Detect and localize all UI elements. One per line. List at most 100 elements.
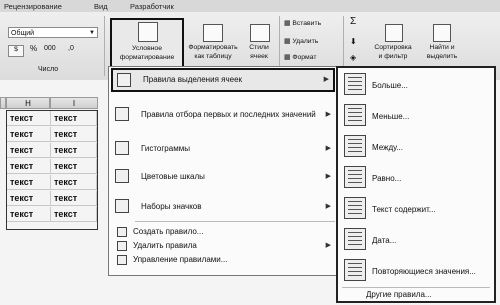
- menu-item-top-bottom-rules[interactable]: Правила отбора первых и последних значен…: [141, 110, 316, 119]
- increase-decimal-button[interactable]: ,0: [68, 45, 74, 53]
- cell-h3[interactable]: текст: [7, 143, 51, 158]
- conditional-formatting-menu: Правила выделения ячеек ▶ Правила отбора…: [108, 66, 338, 276]
- chevron-down-icon: ▼: [89, 30, 95, 36]
- submenu-label: Больше...: [372, 81, 408, 90]
- cell-h6[interactable]: текст: [7, 191, 51, 206]
- cell-i3[interactable]: текст: [51, 143, 97, 158]
- tab-developer[interactable]: Разработчик: [130, 2, 174, 11]
- greater-than-icon: [344, 73, 366, 95]
- submenu-item-duplicates[interactable]: Повторяющиеся значения...: [340, 257, 492, 285]
- equal-to-icon: [344, 166, 366, 188]
- find-label-2[interactable]: выделить: [420, 53, 464, 61]
- selected-range[interactable]: текст текст текст текст текст текст текс…: [6, 110, 98, 230]
- format-button[interactable]: ▦ Формат: [284, 54, 316, 62]
- menu-item-highlight-rules[interactable]: Правила выделения ячеек ▶: [111, 68, 335, 92]
- find-label-1[interactable]: Найти и: [420, 44, 464, 52]
- format-label: Формат: [292, 54, 317, 61]
- cell-styles-icon: [250, 24, 270, 42]
- between-icon: [344, 135, 366, 157]
- percent-button[interactable]: %: [30, 45, 37, 53]
- text-contains-icon: [344, 197, 366, 219]
- cell-h2[interactable]: текст: [7, 127, 51, 142]
- chevron-right-icon: ▶: [325, 173, 331, 180]
- less-than-icon: [344, 104, 366, 126]
- tab-view[interactable]: Вид: [94, 2, 108, 11]
- number-format-select[interactable]: Общий ▼: [8, 27, 98, 38]
- clear-button[interactable]: ◈: [350, 54, 356, 62]
- thousands-button[interactable]: 000: [44, 45, 56, 53]
- menu-item-data-bars[interactable]: Гистограммы: [141, 144, 190, 153]
- submenu-label: Меньше...: [372, 112, 410, 121]
- menu-item-label: Правила выделения ячеек: [143, 75, 243, 84]
- currency-button[interactable]: $: [8, 45, 24, 57]
- chevron-right-icon: ▶: [325, 145, 331, 152]
- delete-label: Удалить: [292, 38, 319, 45]
- submenu-item-more-rules[interactable]: Другие правила...: [366, 290, 432, 299]
- column-header-h[interactable]: H: [6, 97, 50, 109]
- sort-label-2[interactable]: и фильтр: [366, 53, 420, 61]
- submenu-label: Дата...: [372, 236, 397, 245]
- cell-i2[interactable]: текст: [51, 127, 97, 142]
- chevron-right-icon: ▶: [325, 242, 331, 249]
- conditional-formatting-button[interactable]: Условное форматирование: [110, 18, 184, 72]
- cell-i5[interactable]: текст: [51, 175, 97, 190]
- divider: [104, 16, 105, 76]
- format-table-label-2[interactable]: как таблицу: [184, 53, 242, 61]
- submenu-item-date[interactable]: Дата...: [340, 226, 492, 254]
- sort-filter-icon: [385, 24, 403, 42]
- cell-i7[interactable]: текст: [51, 207, 97, 222]
- eraser-icon: ◈: [350, 53, 357, 62]
- tab-review[interactable]: Рецензирование: [4, 2, 62, 11]
- insert-label: Вставить: [292, 20, 322, 27]
- submenu-item-equal-to[interactable]: Равно...: [340, 164, 492, 192]
- sort-label-1[interactable]: Сортировка: [366, 44, 420, 52]
- fill-icon: ⬇: [350, 37, 357, 46]
- cell-h7[interactable]: текст: [7, 207, 51, 222]
- highlight-rules-submenu: Больше... Меньше... Между... Равно... Те…: [336, 66, 496, 303]
- currency-icon: $: [14, 46, 18, 53]
- insert-button[interactable]: ▦ Вставить: [284, 20, 321, 28]
- cond-format-label-2: форматирование: [119, 54, 175, 61]
- cell-styles-label-2[interactable]: ячеек: [242, 53, 276, 61]
- decimal-icon: ,0: [68, 45, 74, 52]
- submenu-label: Между...: [372, 143, 403, 152]
- submenu-item-greater-than[interactable]: Больше...: [340, 71, 492, 99]
- menu-item-color-scales[interactable]: Цветовые шкалы: [141, 172, 205, 181]
- date-icon: [344, 228, 366, 250]
- submenu-label: Равно...: [372, 174, 402, 183]
- format-table-label-1[interactable]: Форматировать: [184, 44, 242, 52]
- delete-button[interactable]: ▦ Удалить: [284, 38, 318, 46]
- cond-format-label-1: Условное: [131, 45, 162, 52]
- group-number-label: Число: [38, 66, 59, 73]
- autosum-button[interactable]: Σ: [350, 17, 356, 27]
- highlight-rules-icon: [117, 73, 131, 87]
- cell-i1[interactable]: текст: [51, 111, 97, 126]
- color-scales-icon: [115, 169, 129, 183]
- number-format-value: Общий: [11, 30, 35, 37]
- submenu-item-text-contains[interactable]: Текст содержит...: [340, 195, 492, 223]
- chevron-right-icon: ▶: [323, 76, 329, 83]
- manage-rules-icon: [117, 255, 127, 265]
- submenu-label: Текст содержит...: [372, 205, 436, 214]
- menu-item-icon-sets[interactable]: Наборы значков: [141, 202, 202, 211]
- cell-h1[interactable]: текст: [7, 111, 51, 126]
- cell-h5[interactable]: текст: [7, 175, 51, 190]
- cell-i6[interactable]: текст: [51, 191, 97, 206]
- cell-styles-label-1[interactable]: Стили: [242, 44, 276, 52]
- cell-h4[interactable]: текст: [7, 159, 51, 174]
- menu-item-manage-rules[interactable]: Управление правилами...: [133, 255, 227, 264]
- menu-item-new-rule[interactable]: Создать правило...: [133, 227, 203, 236]
- format-table-icon: [203, 24, 223, 42]
- fill-button[interactable]: ⬇: [350, 38, 357, 46]
- icon-sets-icon: [115, 199, 129, 213]
- column-header-i[interactable]: I: [50, 97, 98, 109]
- submenu-label: Повторяющиеся значения...: [372, 267, 476, 276]
- data-bars-icon: [115, 141, 129, 155]
- cell-i4[interactable]: текст: [51, 159, 97, 174]
- chevron-right-icon: ▶: [325, 111, 331, 118]
- submenu-item-between[interactable]: Между...: [340, 133, 492, 161]
- conditional-formatting-icon: [138, 22, 158, 42]
- submenu-item-less-than[interactable]: Меньше...: [340, 102, 492, 130]
- menu-item-clear-rules[interactable]: Удалить правила: [133, 241, 197, 250]
- find-icon: [433, 24, 451, 42]
